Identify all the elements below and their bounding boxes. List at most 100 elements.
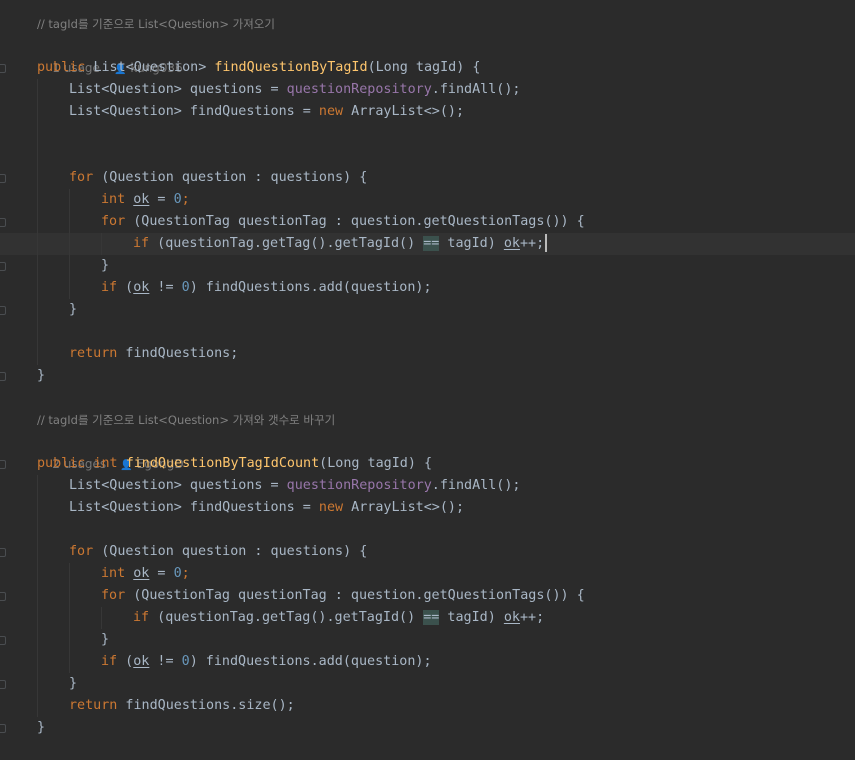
code-line[interactable]: int ok = 0; [0, 189, 855, 211]
field-reference: questionRepository [286, 478, 432, 493]
code-text: tagId) [439, 610, 504, 625]
empty-line[interactable] [0, 321, 855, 343]
code-text: .findAll(); [431, 82, 521, 97]
code-comment-line[interactable]: // tagId를 기준으로 List<Question> 가져와 갯수로 바꾸… [0, 409, 855, 431]
code-text: ++; [519, 236, 545, 251]
empty-line[interactable] [0, 123, 855, 145]
code-text: tagId) [439, 236, 504, 251]
code-line[interactable]: } [0, 255, 855, 277]
keyword: for [101, 214, 126, 229]
closing-brace: } [37, 368, 46, 383]
code-line[interactable]: int ok = 0; [0, 563, 855, 585]
number-literal: 0 [173, 566, 182, 581]
keyword: for [69, 544, 94, 559]
code-text: List<Question> questions = [69, 478, 287, 493]
code-text: != [149, 654, 182, 669]
semicolon: ; [181, 566, 190, 581]
method-name: findQuestionByTagId [214, 60, 368, 75]
keyword: if [101, 280, 118, 295]
return-type: int [93, 456, 118, 471]
keyword: if [133, 236, 150, 251]
code-text: List<Question> questions = [69, 82, 287, 97]
keyword: return [69, 698, 118, 713]
keyword: if [101, 654, 118, 669]
code-text: .findAll(); [431, 478, 521, 493]
number-literal: 0 [173, 192, 182, 207]
variable-ok: ok [503, 236, 520, 251]
code-text: List<Question> findQuestions = [69, 500, 319, 515]
variable-ok: ok [133, 192, 150, 207]
code-line[interactable]: for (Question question : questions) { [0, 541, 855, 563]
empty-line[interactable] [0, 519, 855, 541]
code-line[interactable]: if (ok != 0) findQuestions.add(question)… [0, 651, 855, 673]
variable-ok: ok [133, 280, 150, 295]
usage-hint[interactable]: 2 usages 👤 EgongD [37, 431, 183, 471]
code-text: = [149, 566, 174, 581]
empty-line[interactable] [0, 145, 855, 167]
number-literal: 0 [181, 654, 190, 669]
equality-operator: == [423, 610, 440, 625]
code-text: = [149, 192, 174, 207]
field-reference: questionRepository [286, 82, 432, 97]
code-text: (QuestionTag questionTag : question.getQ… [125, 214, 585, 229]
code-line[interactable]: } [0, 365, 855, 387]
keyword: return [69, 346, 118, 361]
variable-ok: ok [133, 654, 150, 669]
code-editor[interactable]: // tagId를 기준으로 List<Question> 가져오기 1 usa… [0, 0, 855, 760]
method-params: (Long tagId) { [319, 456, 433, 471]
method-name: findQuestionByTagIdCount [125, 456, 320, 471]
code-line[interactable]: for (Question question : questions) { [0, 167, 855, 189]
code-text: ArrayList<>(); [343, 500, 465, 515]
code-text: findQuestions; [117, 346, 239, 361]
code-text: ArrayList<>(); [343, 104, 465, 119]
semicolon: ; [181, 192, 190, 207]
code-line[interactable]: } [0, 673, 855, 695]
code-line[interactable]: List<Question> questions = questionRepos… [0, 475, 855, 497]
code-line[interactable]: if (ok != 0) findQuestions.add(question)… [0, 277, 855, 299]
code-line[interactable]: } [0, 299, 855, 321]
keyword: for [69, 170, 94, 185]
method-comment: // tagId를 기준으로 List<Question> 가져오기 [37, 17, 275, 31]
code-text: != [149, 280, 182, 295]
code-comment-line[interactable]: // tagId를 기준으로 List<Question> 가져오기 [0, 13, 855, 35]
variable-ok: ok [133, 566, 150, 581]
code-line[interactable]: List<Question> questions = questionRepos… [0, 79, 855, 101]
code-line[interactable]: for (QuestionTag questionTag : question.… [0, 211, 855, 233]
code-line-current[interactable]: if (questionTag.getTag().getTagId() == t… [0, 233, 855, 255]
code-line[interactable]: } [0, 717, 855, 739]
code-line[interactable]: if (questionTag.getTag().getTagId() == t… [0, 607, 855, 629]
code-line[interactable]: return findQuestions.size(); [0, 695, 855, 717]
method-params: (Long tagId) { [367, 60, 481, 75]
code-text: ) findQuestions.add(question); [189, 654, 432, 669]
method-comment: // tagId를 기준으로 List<Question> 가져와 갯수로 바꾸… [37, 413, 336, 427]
code-line[interactable]: for (QuestionTag questionTag : question.… [0, 585, 855, 607]
code-text: (questionTag.getTag().getTagId() [149, 236, 424, 251]
code-text: (questionTag.getTag().getTagId() [149, 610, 424, 625]
code-line[interactable]: } [0, 629, 855, 651]
usage-hint[interactable]: 1 usage 👤 kung036 [37, 35, 182, 75]
code-text: List<Question> findQuestions = [69, 104, 319, 119]
keyword: public [37, 60, 86, 75]
keyword: public [37, 456, 86, 471]
number-literal: 0 [181, 280, 190, 295]
code-line[interactable]: public int findQuestionByTagIdCount(Long… [0, 453, 855, 475]
equality-operator: == [423, 236, 440, 251]
code-text: (QuestionTag questionTag : question.getQ… [125, 588, 585, 603]
keyword: int [101, 566, 126, 581]
code-text: ( [117, 280, 134, 295]
keyword: new [318, 500, 344, 515]
text-caret [545, 234, 548, 252]
keyword: if [133, 610, 150, 625]
code-line[interactable]: public List<Question> findQuestionByTagI… [0, 57, 855, 79]
closing-brace: } [101, 258, 110, 273]
code-text: (Question question : questions) { [93, 170, 368, 185]
code-text: findQuestions.size(); [117, 698, 295, 713]
code-text: ( [117, 654, 134, 669]
code-line[interactable]: List<Question> findQuestions = new Array… [0, 497, 855, 519]
code-text: ) findQuestions.add(question); [189, 280, 432, 295]
closing-brace: } [69, 302, 78, 317]
closing-brace: } [69, 676, 78, 691]
code-line[interactable]: return findQuestions; [0, 343, 855, 365]
keyword: for [101, 588, 126, 603]
code-line[interactable]: List<Question> findQuestions = new Array… [0, 101, 855, 123]
